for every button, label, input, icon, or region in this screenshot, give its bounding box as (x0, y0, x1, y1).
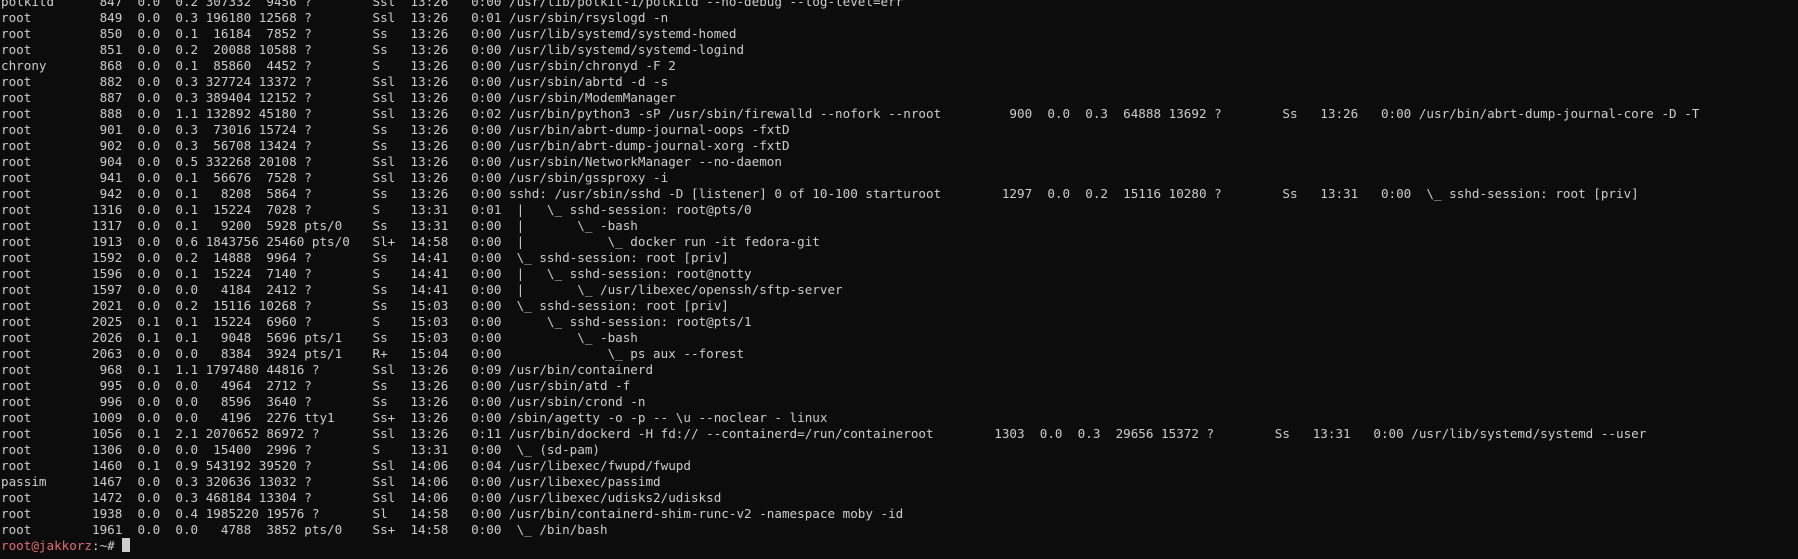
process-line: root 882 0.0 0.3 327724 13372 ? Ssl 13:2… (1, 74, 669, 89)
process-line: chrony 868 0.0 0.1 85860 4452 ? S 13:26 … (1, 58, 676, 73)
process-line: root 901 0.0 0.3 73016 15724 ? Ss 13:26 … (1, 122, 790, 137)
process-line: root 1597 0.0 0.0 4184 2412 ? Ss 14:41 0… (1, 282, 843, 297)
process-line: root 2063 0.0 0.0 8384 3924 pts/1 R+ 15:… (1, 346, 745, 361)
prompt-user-host: root@jakkorz (1, 538, 92, 553)
process-line: polkitd 847 0.0 0.2 307332 9456 ? Ssl 13… (1, 0, 904, 9)
process-line: root 850 0.0 0.1 16184 7852 ? Ss 13:26 0… (1, 26, 737, 41)
process-line: root 995 0.0 0.0 4964 2712 ? Ss 13:26 0:… (1, 378, 631, 393)
process-line: root 1056 0.1 2.1 2070652 86972 ? Ssl 13… (1, 426, 1647, 441)
process-line: passim 1467 0.0 0.3 320636 13032 ? Ssl 1… (1, 474, 661, 489)
process-line: root 2026 0.1 0.1 9048 5696 pts/1 Ss 15:… (1, 330, 638, 345)
process-line: root 1460 0.1 0.9 543192 39520 ? Ssl 14:… (1, 458, 691, 473)
process-line: root 1317 0.0 0.1 9200 5928 pts/0 Ss 13:… (1, 218, 638, 233)
process-line: root 1592 0.0 0.2 14888 9964 ? Ss 14:41 … (1, 250, 729, 265)
process-line: root 851 0.0 0.2 20088 10588 ? Ss 13:26 … (1, 42, 745, 57)
process-line: root 968 0.1 1.1 1797480 44816 ? Ssl 13:… (1, 362, 654, 377)
process-line: root 1596 0.0 0.1 15224 7140 ? S 14:41 0… (1, 266, 752, 281)
process-line: root 1316 0.0 0.1 15224 7028 ? S 13:31 0… (1, 202, 752, 217)
process-line: root 1961 0.0 0.0 4788 3852 pts/0 Ss+ 14… (1, 522, 608, 537)
process-list-output: polkitd 847 0.0 0.2 307332 9456 ? Ssl 13… (1, 0, 1798, 538)
process-line: root 902 0.0 0.3 56708 13424 ? Ss 13:26 … (1, 138, 790, 153)
process-line: root 1938 0.0 0.4 1985220 19576 ? Sl 14:… (1, 506, 904, 521)
prompt-suffix: :~# (92, 538, 115, 553)
terminal-window[interactable]: polkitd 847 0.0 0.2 307332 9456 ? Ssl 13… (0, 0, 1798, 559)
text-cursor (122, 538, 131, 552)
process-line: root 2025 0.1 0.1 15224 6960 ? S 15:03 0… (1, 314, 752, 329)
process-line: root 1472 0.0 0.3 468184 13304 ? Ssl 14:… (1, 490, 722, 505)
process-line: root 996 0.0 0.0 8596 3640 ? Ss 13:26 0:… (1, 394, 646, 409)
process-line: root 2021 0.0 0.2 15116 10268 ? Ss 15:03… (1, 298, 729, 313)
process-line: root 887 0.0 0.3 389404 12152 ? Ssl 13:2… (1, 90, 676, 105)
process-line: root 888 0.0 1.1 132892 45180 ? Ssl 13:2… (1, 106, 1700, 121)
shell-prompt-line[interactable]: root@jakkorz:~# (1, 538, 1798, 554)
process-line: root 1009 0.0 0.0 4196 2276 tty1 Ss+ 13:… (1, 410, 828, 425)
process-line: root 904 0.0 0.5 332268 20108 ? Ssl 13:2… (1, 154, 782, 169)
process-line: root 1913 0.0 0.6 1843756 25460 pts/0 Sl… (1, 234, 820, 249)
process-line: root 1306 0.0 0.0 15400 2996 ? S 13:31 0… (1, 442, 600, 457)
process-line: root 942 0.0 0.1 8208 5864 ? Ss 13:26 0:… (1, 186, 1639, 201)
process-line: root 941 0.0 0.1 56676 7528 ? Ssl 13:26 … (1, 170, 669, 185)
process-line: root 849 0.0 0.3 196180 12568 ? Ssl 13:2… (1, 10, 669, 25)
